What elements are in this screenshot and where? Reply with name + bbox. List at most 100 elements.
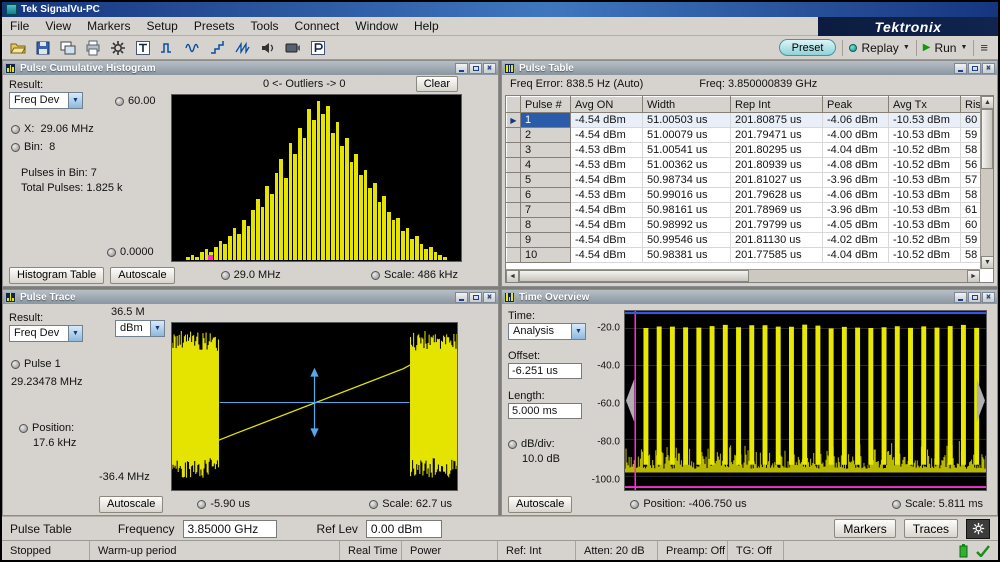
column-header-pulse-[interactable]: Pulse # [521,97,571,113]
close-icon[interactable]: × [483,292,496,303]
table-row[interactable]: 10-4.54 dBm50.98381 us201.77585 us-4.04 … [507,248,995,263]
step-wave-icon[interactable] [206,38,229,58]
replay-control[interactable]: Replay ▼ [849,41,909,55]
chevron-down-icon[interactable]: ▼ [960,44,967,51]
column-header-width[interactable]: Width [643,97,731,113]
table-row[interactable]: 7-4.54 dBm50.98161 us201.78969 us-3.96 d… [507,203,995,218]
maximize-icon[interactable] [968,63,981,74]
clear-button[interactable]: Clear [416,76,458,92]
close-icon[interactable]: × [982,63,995,74]
pulse-table-titlebar[interactable]: Pulse Table × [502,61,997,75]
column-header-avg-tx[interactable]: Avg Tx [889,97,961,113]
menu-markers[interactable]: Markers [79,18,138,34]
knob-icon[interactable] [369,500,378,509]
knob-icon[interactable] [19,424,28,433]
sine-wave-icon[interactable] [181,38,204,58]
settings-gear-icon[interactable] [106,38,129,58]
reflev-field[interactable]: 0.00 dBm [366,520,442,538]
maximize-icon[interactable] [968,292,981,303]
horizontal-scrollbar[interactable]: ◄ ► [506,269,980,282]
knob-icon[interactable] [115,97,124,106]
presets-p-icon[interactable] [306,38,329,58]
table-row[interactable]: 2-4.54 dBm51.00079 us201.79471 us-4.00 d… [507,128,995,143]
audio-icon[interactable] [256,38,279,58]
knob-icon[interactable] [11,125,20,134]
window-titlebar[interactable]: Tek SignalVu-PC [2,2,998,17]
settings-gear-button[interactable] [966,519,990,539]
chevron-down-icon[interactable]: ▼ [903,44,910,51]
table-row[interactable]: 6-4.53 dBm50.99016 us201.79628 us-4.06 d… [507,188,995,203]
column-header-avg-on[interactable]: Avg ON [571,97,643,113]
column-header-peak[interactable]: Peak [823,97,889,113]
print-icon[interactable] [81,38,104,58]
scroll-left-icon[interactable]: ◄ [506,270,519,283]
pulse-icon[interactable] [156,38,179,58]
scrollbar-thumb[interactable] [519,270,749,282]
text-marker-icon[interactable] [131,38,154,58]
autoscale-button[interactable]: Autoscale [110,267,174,284]
menu-view[interactable]: View [37,18,79,34]
save-icon[interactable] [31,38,54,58]
table-row[interactable]: 8-4.54 dBm50.98992 us201.79799 us-4.05 d… [507,218,995,233]
knob-icon[interactable] [630,500,639,509]
histogram-table-button[interactable]: Histogram Table [9,267,104,284]
frequency-field[interactable]: 3.85000 GHz [183,520,277,538]
result-dropdown[interactable]: Freq Dev ▼ [9,325,83,342]
minimize-icon[interactable] [954,63,967,74]
scroll-up-icon[interactable]: ▲ [981,96,994,109]
close-icon[interactable]: × [982,292,995,303]
length-field[interactable]: 5.000 ms [508,403,582,419]
table-row[interactable]: 9-4.54 dBm50.99546 us201.81130 us-4.02 d… [507,233,995,248]
markers-button[interactable]: Markers [834,519,895,538]
menu-window[interactable]: Window [347,18,406,34]
scroll-right-icon[interactable]: ► [967,270,980,283]
knob-icon[interactable] [221,271,230,280]
offset-field[interactable]: -6.251 us [508,363,582,379]
table-row[interactable]: 4-4.53 dBm51.00362 us201.80939 us-4.08 d… [507,158,995,173]
knob-icon[interactable] [11,360,20,369]
histogram-plot[interactable] [171,94,462,262]
knob-icon[interactable] [508,440,517,449]
table-row[interactable]: ▶1-4.54 dBm51.00503 us201.80875 us-4.06 … [507,113,995,128]
menu-setup[interactable]: Setup [138,18,185,34]
menu-icon[interactable]: ≡ [980,40,988,55]
minimize-icon[interactable] [455,63,468,74]
camera-icon[interactable] [281,38,304,58]
scroll-down-icon[interactable]: ▼ [981,256,994,269]
open-icon[interactable] [6,38,29,58]
menu-tools[interactable]: Tools [243,18,287,34]
autoscale-button[interactable]: Autoscale [508,496,572,513]
units-dropdown[interactable]: dBm ▼ [115,320,165,337]
menu-presets[interactable]: Presets [186,18,243,34]
time-overview-titlebar[interactable]: Time Overview × [502,290,997,304]
knob-icon[interactable] [107,248,116,257]
table-row[interactable]: 5-4.54 dBm50.98734 us201.81027 us-3.96 d… [507,173,995,188]
preset-button[interactable]: Preset [779,39,837,56]
close-icon[interactable]: × [483,63,496,74]
traces-button[interactable]: Traces [904,519,958,538]
ramp-wave-icon[interactable] [231,38,254,58]
menu-file[interactable]: File [2,18,37,34]
knob-icon[interactable] [371,271,380,280]
pulse-trace-titlebar[interactable]: Pulse Trace × [3,290,498,304]
menu-connect[interactable]: Connect [287,18,348,34]
scrollbar-thumb[interactable] [981,109,993,169]
display-selector-label[interactable]: Pulse Table [10,522,72,536]
menu-help[interactable]: Help [406,18,447,34]
pulse-trace-plot[interactable] [171,322,458,491]
knob-icon[interactable] [197,500,206,509]
maximize-icon[interactable] [469,63,482,74]
result-dropdown[interactable]: Freq Dev ▼ [9,92,83,109]
histogram-marker[interactable] [208,255,213,260]
column-header-rep-int[interactable]: Rep Int [731,97,823,113]
displays-icon[interactable] [56,38,79,58]
minimize-icon[interactable] [954,292,967,303]
vertical-scrollbar[interactable]: ▲ ▼ [980,96,993,269]
table-row[interactable]: 3-4.53 dBm51.00541 us201.80295 us-4.04 d… [507,143,995,158]
histogram-titlebar[interactable]: Pulse Cumulative Histogram × [3,61,498,75]
knob-icon[interactable] [11,143,20,152]
autoscale-button[interactable]: Autoscale [99,496,163,513]
time-overview-plot[interactable] [624,310,987,491]
knob-icon[interactable] [892,500,901,509]
run-control[interactable]: ▶ Run ▼ [923,41,968,55]
